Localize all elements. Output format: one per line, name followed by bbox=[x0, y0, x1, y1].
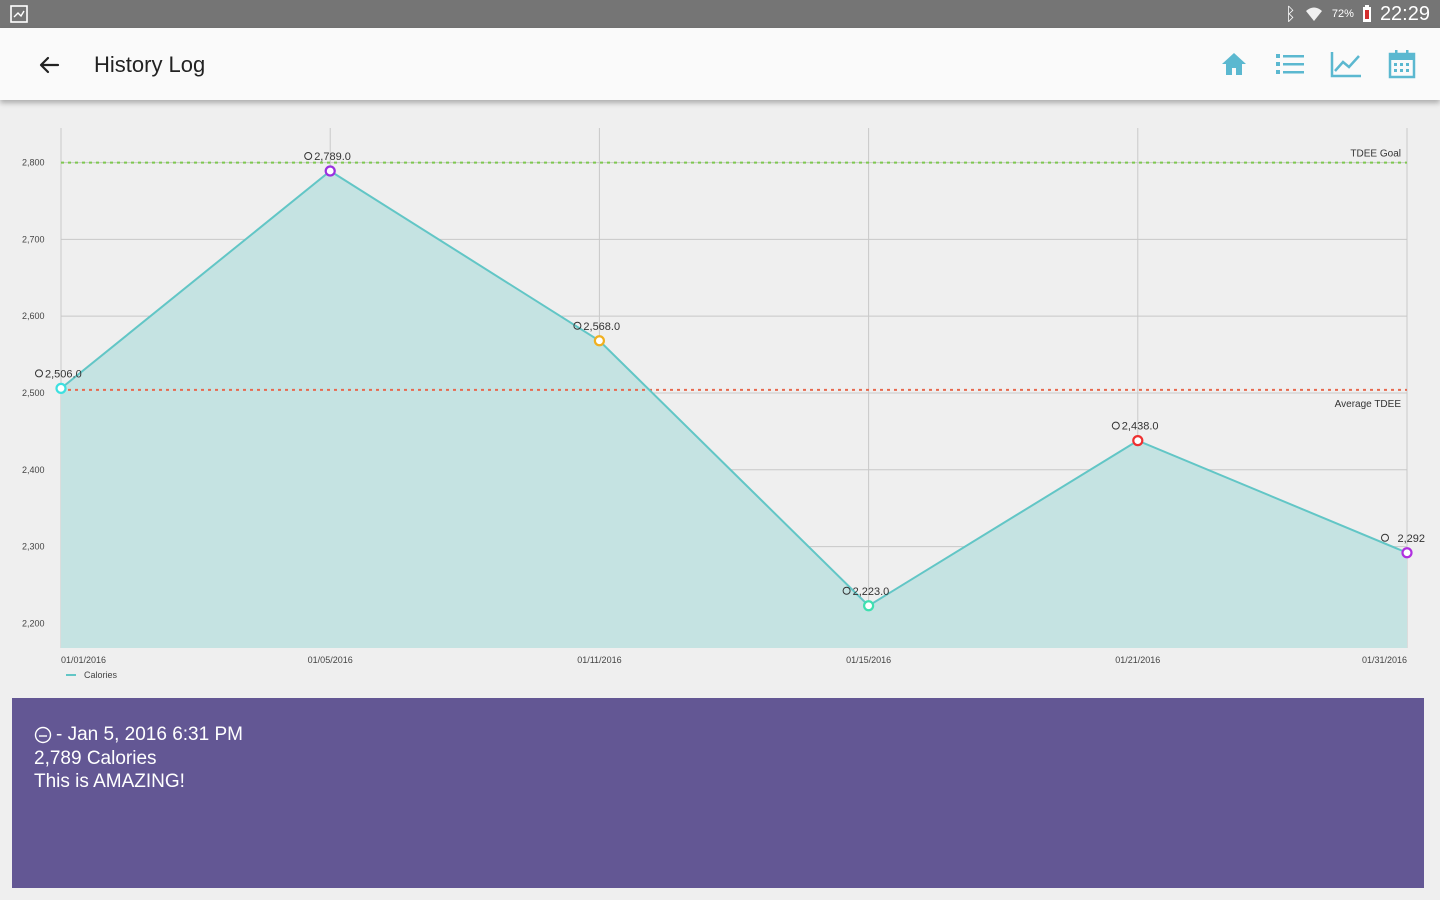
data-label: 2,568.0 bbox=[583, 321, 620, 333]
list-button[interactable] bbox=[1272, 46, 1308, 82]
mood-icon bbox=[1111, 421, 1120, 430]
data-point bbox=[593, 335, 606, 347]
x-tick-label: 01/21/2016 bbox=[1115, 655, 1160, 665]
data-point bbox=[324, 165, 336, 177]
data-point bbox=[1132, 435, 1144, 447]
battery-icon bbox=[1362, 5, 1371, 22]
x-tick-label: 01/15/2016 bbox=[846, 655, 891, 665]
battery-percent: 72% bbox=[1331, 8, 1354, 20]
wifi-icon bbox=[1305, 7, 1322, 21]
mood-icon bbox=[1381, 533, 1389, 542]
app-bar: History Log bbox=[0, 28, 1440, 100]
list-icon bbox=[1276, 54, 1304, 74]
page-title: History Log bbox=[94, 52, 206, 77]
entry-calories: 2,789 Calories bbox=[34, 748, 157, 769]
data-label: 2,789.0 bbox=[314, 151, 351, 163]
status-bar: ᛒ 72% 22:29 bbox=[0, 0, 1440, 28]
entry-date: - Jan 5, 2016 6:31 PM bbox=[56, 724, 243, 745]
info-panel: - Jan 5, 2016 6:31 PM 2,789 Calories Thi… bbox=[12, 698, 1424, 888]
legend-label: Calories bbox=[84, 670, 118, 680]
chart-button[interactable] bbox=[1328, 46, 1364, 82]
data-point bbox=[55, 382, 67, 394]
goal-line-label: TDEE Goal bbox=[1350, 149, 1401, 160]
x-tick-label: 01/01/2016 bbox=[61, 655, 106, 665]
entry-message: This is AMAZING! bbox=[34, 771, 185, 792]
data-point bbox=[1401, 547, 1413, 559]
data-label: 2,506.0 bbox=[45, 368, 82, 380]
y-tick-label: 2,300 bbox=[22, 542, 45, 552]
mood-icon bbox=[35, 369, 43, 378]
y-tick-label: 2,500 bbox=[22, 388, 45, 398]
data-label: 2,438.0 bbox=[1122, 421, 1159, 433]
clock: 22:29 bbox=[1379, 2, 1430, 25]
notification-icon bbox=[10, 5, 28, 23]
calendar-icon bbox=[1388, 50, 1416, 79]
chart-svg: 2,200 2,300 2,400 2,500 2,600 2,700 2,800 01/01… bbox=[22, 128, 1425, 680]
calories-area bbox=[61, 171, 1407, 648]
calendar-button[interactable] bbox=[1384, 46, 1420, 82]
x-tick-label: 01/05/2016 bbox=[308, 655, 353, 665]
home-button[interactable] bbox=[1216, 46, 1252, 82]
average-line-label: Average TDEE bbox=[1335, 399, 1402, 410]
y-tick-label: 2,600 bbox=[22, 311, 45, 321]
calories-chart[interactable]: 2,200 2,300 2,400 2,500 2,600 2,700 2,800 01/01… bbox=[0, 104, 1440, 694]
x-tick-label: 01/11/2016 bbox=[577, 655, 621, 665]
data-point bbox=[862, 600, 875, 612]
smiley-icon bbox=[34, 726, 52, 744]
y-tick-label: 2,800 bbox=[22, 158, 45, 168]
y-tick-label: 2,400 bbox=[22, 465, 45, 475]
y-tick-label: 2,700 bbox=[22, 234, 45, 244]
y-tick-label: 2,200 bbox=[22, 618, 45, 628]
mood-icon bbox=[304, 152, 313, 161]
toolbar-actions bbox=[1216, 46, 1420, 82]
trend-chart-icon bbox=[1330, 52, 1361, 78]
home-icon bbox=[1222, 53, 1246, 75]
data-label: 2,223.0 bbox=[853, 586, 890, 598]
bluetooth-icon: ᛒ bbox=[1285, 3, 1296, 24]
x-tick-label: 01/31/2016 bbox=[1362, 655, 1407, 665]
back-arrow-icon[interactable] bbox=[34, 50, 64, 80]
data-label: 2,292 bbox=[1397, 533, 1425, 545]
